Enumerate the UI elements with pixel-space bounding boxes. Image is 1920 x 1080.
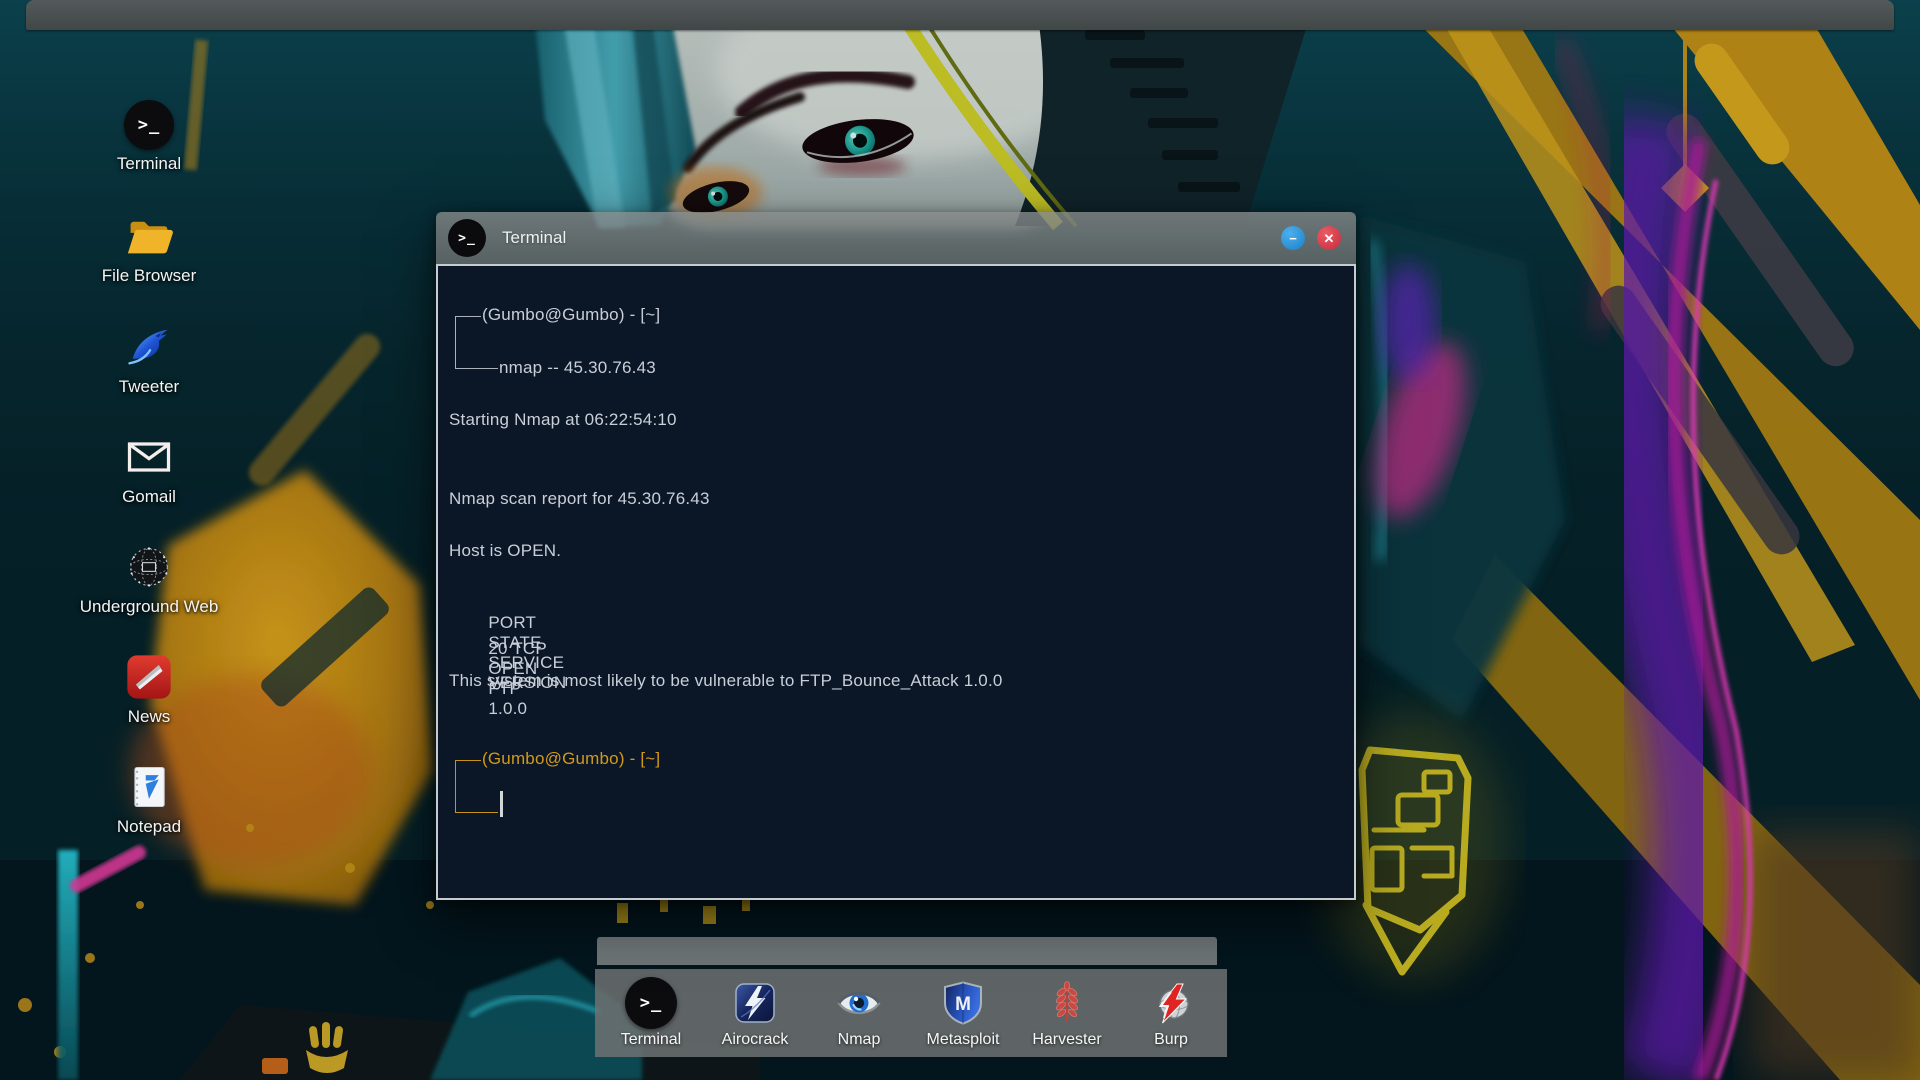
desktop-icon-label: Terminal xyxy=(116,154,182,173)
nmap-eye-icon xyxy=(809,977,909,1029)
airocrack-icon xyxy=(705,977,805,1029)
dock-item-metasploit[interactable]: M Metasploit xyxy=(913,977,1013,1049)
terminal-line-starting: Starting Nmap at 06:22:54:10 xyxy=(449,410,677,429)
prompt-tree-line xyxy=(455,368,498,369)
terminal-line-host: Host is OPEN. xyxy=(449,541,562,560)
prompt-tree-line xyxy=(455,316,456,369)
metasploit-shield-icon: M xyxy=(913,977,1013,1029)
desktop: >_ Terminal File Browser Tweeter Gomail … xyxy=(0,0,1920,1080)
dock-item-label: Nmap xyxy=(837,1031,881,1048)
dock-item-label: Harvester xyxy=(1032,1031,1102,1048)
dock-item-burp[interactable]: Burp xyxy=(1121,977,1221,1049)
close-button[interactable]: ✕ xyxy=(1317,226,1341,250)
terminal-window: >_ Terminal − ✕ (Gumbo@Gumbo) - [~] nmap… xyxy=(436,212,1356,900)
prompt-tree-line xyxy=(455,760,456,813)
desktop-icon-label: Underground Web xyxy=(79,597,219,616)
desktop-icon-label: News xyxy=(127,707,171,726)
envelope-icon xyxy=(123,431,175,483)
close-icon: ✕ xyxy=(1323,230,1335,246)
dock-item-label: Terminal xyxy=(620,1031,682,1048)
dock-item-label: Airocrack xyxy=(721,1031,789,1048)
window-titlebar[interactable]: >_ Terminal − ✕ xyxy=(436,212,1356,264)
terminal-glyph: >_ xyxy=(458,230,476,246)
terminal-icon: >_ xyxy=(448,219,486,257)
window-title: Terminal xyxy=(502,228,567,247)
dock-item-label: Metasploit xyxy=(926,1031,1000,1048)
terminal-glyph: >_ xyxy=(137,115,161,135)
terminal-icon: >_ xyxy=(124,100,174,150)
notepad-icon xyxy=(123,761,175,813)
desktop-icon-file-browser[interactable]: File Browser xyxy=(79,210,219,286)
burp-bolt-icon xyxy=(1121,977,1221,1029)
folder-icon xyxy=(123,210,175,262)
command-line: nmap -- 45.30.76.43 xyxy=(499,358,656,377)
dock-item-terminal[interactable]: >_ Terminal xyxy=(601,977,701,1049)
desktop-icon-label: File Browser xyxy=(101,266,197,285)
dock-item-nmap[interactable]: Nmap xyxy=(809,977,909,1049)
prompt-tree-line xyxy=(455,316,481,317)
prompt-user: (Gumbo@Gumbo) - [~] xyxy=(482,749,661,768)
svg-text:M: M xyxy=(955,994,971,1015)
dock-item-label: Burp xyxy=(1154,1031,1188,1048)
desktop-icon-terminal[interactable]: >_ Terminal xyxy=(79,100,219,174)
dock: >_ Terminal Airocrack Nmap M Metasploit … xyxy=(595,969,1227,1057)
dock-strip xyxy=(597,937,1217,965)
cell-version: 1.0.0 xyxy=(488,699,528,718)
prompt-tree-line xyxy=(455,812,498,813)
harvester-wheat-icon xyxy=(1017,977,1117,1029)
terminal-line-vulnerability: This system is most likely to be vulnera… xyxy=(449,671,1003,690)
desktop-icon-notepad[interactable]: Notepad xyxy=(79,761,219,837)
news-icon xyxy=(123,651,175,703)
desktop-icon-label: Notepad xyxy=(116,817,182,836)
desktop-icon-news[interactable]: News xyxy=(79,651,219,727)
desktop-icon-tweeter[interactable]: Tweeter xyxy=(79,321,219,397)
dark-web-globe-icon xyxy=(123,541,175,593)
desktop-icon-gomail[interactable]: Gomail xyxy=(79,431,219,507)
dock-item-harvester[interactable]: Harvester xyxy=(1017,977,1117,1049)
bird-icon xyxy=(123,321,175,373)
desktop-icon-label: Tweeter xyxy=(118,377,180,396)
terminal-output-area[interactable]: (Gumbo@Gumbo) - [~] nmap -- 45.30.76.43 … xyxy=(436,264,1356,900)
minimize-button[interactable]: − xyxy=(1281,226,1305,250)
prompt-tree-line xyxy=(455,760,481,761)
terminal-line-report: Nmap scan report for 45.30.76.43 xyxy=(449,489,710,508)
minimize-icon: − xyxy=(1289,230,1297,246)
prompt-user: (Gumbo@Gumbo) - [~] xyxy=(482,305,661,324)
terminal-icon: >_ xyxy=(625,977,677,1029)
terminal-glyph: >_ xyxy=(639,993,663,1013)
top-bar xyxy=(26,0,1894,30)
desktop-icon-label: Gomail xyxy=(122,487,176,506)
desktop-icon-underground-web[interactable]: Underground Web xyxy=(79,541,219,617)
dock-item-airocrack[interactable]: Airocrack xyxy=(705,977,805,1049)
cell-port: 20 TCP xyxy=(488,639,547,658)
text-cursor xyxy=(500,791,503,817)
